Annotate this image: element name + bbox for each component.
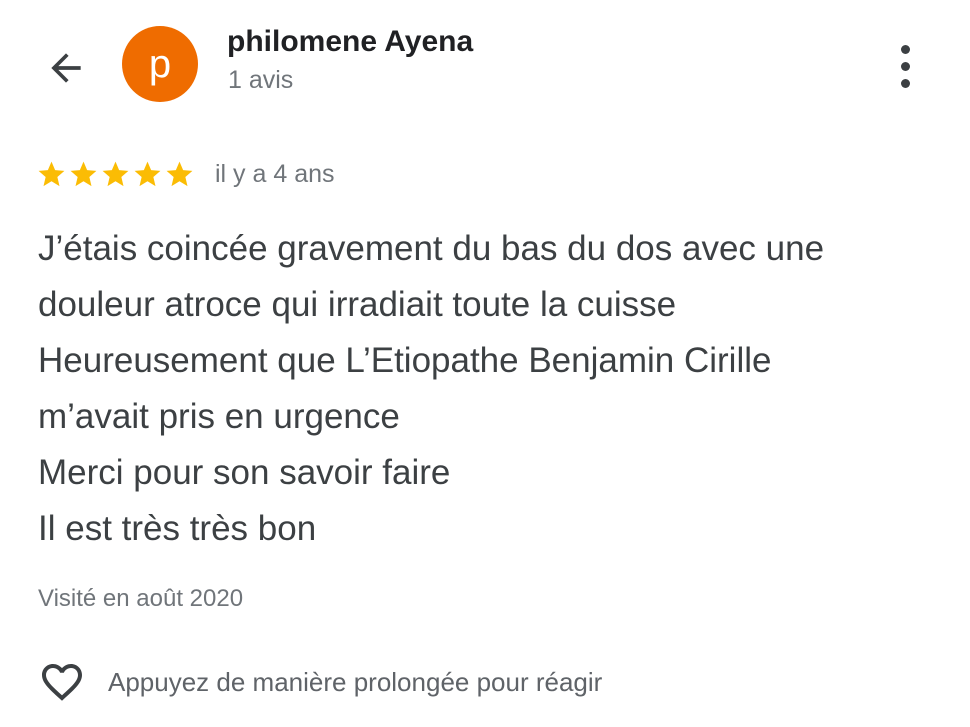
more-vertical-icon-dot: [900, 61, 910, 71]
more-vertical-icon-dot: [900, 78, 910, 88]
heart-outline-icon: [42, 664, 82, 701]
star-rating: [36, 159, 195, 190]
review-line: m’avait pris en urgence: [38, 397, 400, 436]
star-icon: [70, 161, 97, 186]
arrow-left-icon: [51, 53, 81, 83]
rating-row: il y a 4 ans: [36, 156, 335, 192]
review-line: Merci pour son savoir faire: [38, 453, 451, 492]
star-icon: [38, 161, 65, 186]
visit-date: Visité en août 2020: [38, 585, 244, 612]
review-line: douleur atroce qui irradiait toute la cu…: [38, 285, 677, 324]
review-time: il y a 4 ans: [215, 159, 335, 188]
review-line: Heureusement que L’Etiopathe Benjamin Ci…: [38, 341, 772, 380]
avatar[interactable]: p: [122, 26, 198, 102]
author-review-count: 1 avis: [228, 66, 294, 94]
star-icon: [134, 161, 161, 186]
more-options-button[interactable]: [880, 36, 930, 96]
review-line: Il est très très bon: [38, 509, 317, 548]
review-text: J’étais coincée gravement du bas du dos …: [38, 221, 938, 557]
star-icon: [166, 161, 193, 186]
review-line: J’étais coincée gravement du bas du dos …: [38, 229, 825, 268]
react-label: Appuyez de manière prolongée pour réagir: [108, 666, 603, 697]
react-button[interactable]: Appuyez de manière prolongée pour réagir: [36, 652, 602, 712]
author-name[interactable]: philomene Ayena: [227, 25, 473, 59]
star-icon: [102, 161, 129, 186]
back-button[interactable]: [34, 36, 98, 100]
more-vertical-icon: [900, 44, 910, 54]
avatar-letter: p: [148, 41, 172, 86]
